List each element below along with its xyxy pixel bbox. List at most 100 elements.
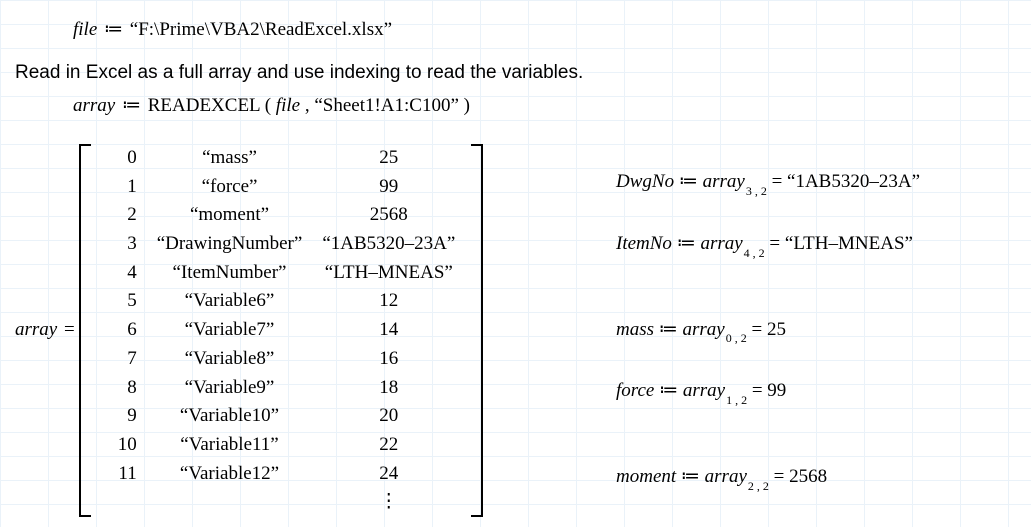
- variable-assignment-expr: mass ≔ array0 , 2 = 25: [616, 318, 1016, 344]
- description-text: Read in Excel as a full array and use in…: [15, 62, 583, 84]
- array-matrix-display: array = 0“mass”251“force”992“moment”2568…: [15, 138, 483, 523]
- variable-assignment-expr: DwgNo ≔ array3 , 2 = “1AB5320–23A”: [616, 170, 1016, 196]
- matrix-cell: 3: [97, 230, 147, 259]
- matrix-row: 2“moment”2568: [97, 201, 466, 230]
- matrix-cell: “ItemNumber”: [147, 259, 313, 288]
- array-subscript: 1 , 2: [725, 393, 747, 407]
- matrix-cell: 0: [97, 144, 147, 173]
- equals-sign: =: [747, 380, 767, 401]
- readexcel-arg2: “Sheet1!A1:C100”: [314, 95, 459, 116]
- matrix-row: 4“ItemNumber”“LTH–MNEAS”: [97, 259, 466, 288]
- matrix-row: 3“DrawingNumber”“1AB5320–23A”: [97, 230, 466, 259]
- matrix-bracket-right: [471, 144, 483, 517]
- variable-assignment-expr: moment ≔ array2 , 2 = 2568: [616, 465, 1016, 491]
- matrix-bracket-left: [79, 144, 91, 517]
- matrix-cell: 9: [97, 402, 147, 431]
- assign-op: ≔: [654, 319, 683, 340]
- array-definition-expr: array ≔ READEXCEL ( file , “Sheet1!A1:C1…: [73, 94, 470, 117]
- equals-sign: =: [769, 466, 789, 487]
- matrix-cell: 22: [312, 431, 465, 460]
- array-subscript: 4 , 2: [743, 246, 765, 260]
- matrix-cell: “Variable10”: [147, 402, 313, 431]
- matrix-cell: 12: [312, 287, 465, 316]
- matrix-cell: 2568: [312, 201, 465, 230]
- comma: ,: [305, 95, 315, 116]
- matrix-cell: 4: [97, 259, 147, 288]
- matrix-cell: 25: [312, 144, 465, 173]
- matrix-vdots-row: ⋮: [97, 488, 466, 517]
- array-var: array: [73, 95, 115, 116]
- matrix-cell: 18: [312, 374, 465, 403]
- result-value: 25: [767, 319, 786, 340]
- matrix-row: 0“mass”25: [97, 144, 466, 173]
- readexcel-func: READEXCEL: [148, 95, 260, 116]
- matrix-cell: 99: [312, 173, 465, 202]
- matrix-row: 8“Variable9”18: [97, 374, 466, 403]
- matrix-cell: “Variable6”: [147, 287, 313, 316]
- array-subscript: 3 , 2: [745, 184, 767, 198]
- matrix-row: 11“Variable12”24: [97, 460, 466, 489]
- matrix-table: 0“mass”251“force”992“moment”25683“Drawin…: [97, 144, 466, 517]
- equals-sign: =: [765, 233, 785, 254]
- matrix-cell: “1AB5320–23A”: [312, 230, 465, 259]
- source-array-var: array: [705, 466, 747, 487]
- matrix-cell: “DrawingNumber”: [147, 230, 313, 259]
- file-definition: file ≔ “F:\Prime\VBA2\ReadExcel.xlsx”: [73, 18, 392, 41]
- equals-sign: =: [767, 171, 787, 192]
- result-var: mass: [616, 319, 654, 340]
- result-var: force: [616, 380, 654, 401]
- equals-sign: =: [747, 319, 767, 340]
- source-array-var: array: [703, 171, 745, 192]
- matrix-cell: “mass”: [147, 144, 313, 173]
- variable-assignment-expr: ItemNo ≔ array4 , 2 = “LTH–MNEAS”: [616, 232, 1016, 258]
- matrix-cell: 5: [97, 287, 147, 316]
- assign-op: ≔: [102, 19, 125, 40]
- result-var: ItemNo: [616, 233, 672, 254]
- matrix-row: 6“Variable7”14: [97, 316, 466, 345]
- readexcel-arg1: file: [276, 95, 300, 116]
- variable-assignment-expr: force ≔ array1 , 2 = 99: [616, 379, 1016, 405]
- matrix-cell: 8: [97, 374, 147, 403]
- matrix-cell: “Variable9”: [147, 374, 313, 403]
- matrix-row: 7“Variable8”16: [97, 345, 466, 374]
- matrix-cell: 2: [97, 201, 147, 230]
- matrix-row: 9“Variable10”20: [97, 402, 466, 431]
- matrix-cell: “moment”: [147, 201, 313, 230]
- result-value: “LTH–MNEAS”: [785, 233, 913, 254]
- array-subscript: 2 , 2: [747, 479, 769, 493]
- variable-extraction-column: DwgNo ≔ array3 , 2 = “1AB5320–23A”ItemNo…: [616, 170, 1016, 527]
- assign-op: ≔: [676, 466, 705, 487]
- assign-op: ≔: [654, 380, 683, 401]
- source-array-var: array: [683, 380, 725, 401]
- file-path-string: “F:\Prime\VBA2\ReadExcel.xlsx”: [130, 19, 392, 40]
- array-subscript: 0 , 2: [725, 331, 747, 345]
- matrix-cell: 6: [97, 316, 147, 345]
- matrix-cell: 14: [312, 316, 465, 345]
- assign-op: ≔: [672, 233, 701, 254]
- vdots-icon: ⋮: [312, 488, 465, 517]
- matrix-cell: 20: [312, 402, 465, 431]
- matrix-cell: 7: [97, 345, 147, 374]
- equals-sign: =: [62, 319, 75, 340]
- matrix-cell: “Variable12”: [147, 460, 313, 489]
- matrix-cell: 1: [97, 173, 147, 202]
- matrix-cell: “Variable7”: [147, 316, 313, 345]
- array-lhs: array: [15, 319, 57, 340]
- result-value: 99: [767, 380, 786, 401]
- result-var: DwgNo: [616, 171, 674, 192]
- matrix-cell: 11: [97, 460, 147, 489]
- result-value: “1AB5320–23A”: [787, 171, 920, 192]
- result-var: moment: [616, 466, 676, 487]
- assign-op: ≔: [674, 171, 703, 192]
- file-var: file: [73, 19, 97, 40]
- assign-op: ≔: [120, 95, 143, 116]
- paren-open: (: [265, 95, 271, 116]
- matrix-cell: “Variable11”: [147, 431, 313, 460]
- paren-close: ): [464, 95, 470, 116]
- source-array-var: array: [683, 319, 725, 340]
- matrix-row: 1“force”99: [97, 173, 466, 202]
- matrix-cell: “Variable8”: [147, 345, 313, 374]
- matrix-cell: 16: [312, 345, 465, 374]
- matrix-cell: “LTH–MNEAS”: [312, 259, 465, 288]
- matrix-row: 10“Variable11”22: [97, 431, 466, 460]
